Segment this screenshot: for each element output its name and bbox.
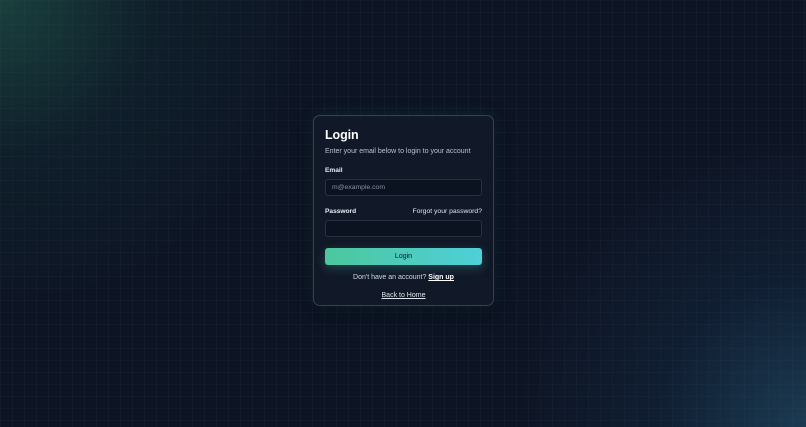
signup-prompt: Don't have an account? [353,274,429,281]
signup-link[interactable]: Sign up [428,274,454,281]
password-field[interactable] [325,220,482,237]
email-label: Email [325,167,343,174]
login-button[interactable]: Login [325,248,482,265]
email-field[interactable] [325,179,482,196]
login-subtitle: Enter your email below to login to your … [325,148,471,155]
login-card: Login Enter your email below to login to… [313,115,494,306]
password-label: Password [325,208,357,215]
page-title: Login [325,128,359,142]
password-label-row: Password Forgot your password? [325,208,482,216]
back-to-home-link[interactable]: Back to Home [382,292,426,299]
forgot-password-link[interactable]: Forgot your password? [412,208,482,216]
home-row: Back to Home [325,288,482,300]
signup-row: Don't have an account? Sign up [325,273,482,282]
